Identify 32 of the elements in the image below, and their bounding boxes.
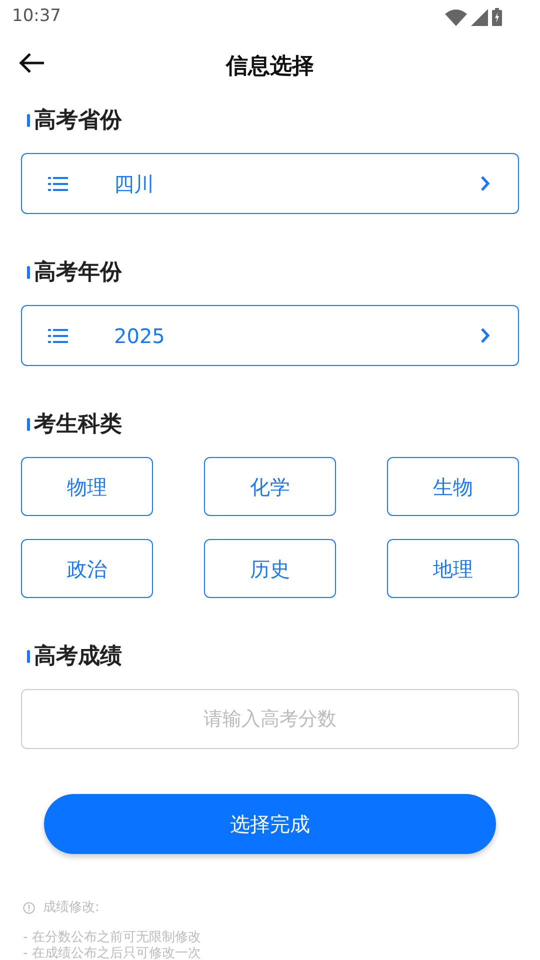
heading-marker xyxy=(27,418,30,430)
heading-marker xyxy=(27,650,30,662)
battery-icon xyxy=(492,8,502,26)
score-input[interactable]: 请输入高考分数 xyxy=(21,689,519,749)
section-heading: 高考省份 xyxy=(34,106,122,134)
subject-option[interactable]: 历史 xyxy=(204,539,336,598)
chevron-right-icon xyxy=(480,175,490,192)
submit-button[interactable]: 选择完成 xyxy=(44,794,496,854)
note-line: - 在成绩公布之后只可修改一次 xyxy=(23,946,202,960)
wifi-icon xyxy=(445,8,467,26)
status-time: 10:37 xyxy=(12,5,61,28)
subject-option[interactable]: 生物 xyxy=(387,457,519,516)
subject-option[interactable]: 地理 xyxy=(387,539,519,598)
subject-option[interactable]: 物理 xyxy=(21,457,153,516)
signal-icon xyxy=(471,8,488,26)
note-title: 成绩修改: xyxy=(43,899,100,917)
note-line: - 在分数公布之前可无限制修改 xyxy=(23,930,202,946)
subject-option[interactable]: 化学 xyxy=(204,457,336,516)
info-icon xyxy=(23,902,35,914)
back-button[interactable] xyxy=(18,52,46,74)
heading-marker xyxy=(27,266,30,278)
province-selector[interactable]: 四川 xyxy=(21,153,519,214)
section-heading: 考生科类 xyxy=(34,410,122,438)
heading-marker xyxy=(27,114,30,126)
list-icon xyxy=(48,176,68,192)
page-title: 信息选择 xyxy=(226,52,314,80)
section-heading: 高考成绩 xyxy=(34,642,122,670)
list-icon xyxy=(48,328,68,344)
subject-option[interactable]: 政治 xyxy=(21,539,153,598)
year-selector[interactable]: 2025 xyxy=(21,305,519,366)
chevron-right-icon xyxy=(480,327,490,344)
section-heading: 高考年份 xyxy=(34,258,122,286)
